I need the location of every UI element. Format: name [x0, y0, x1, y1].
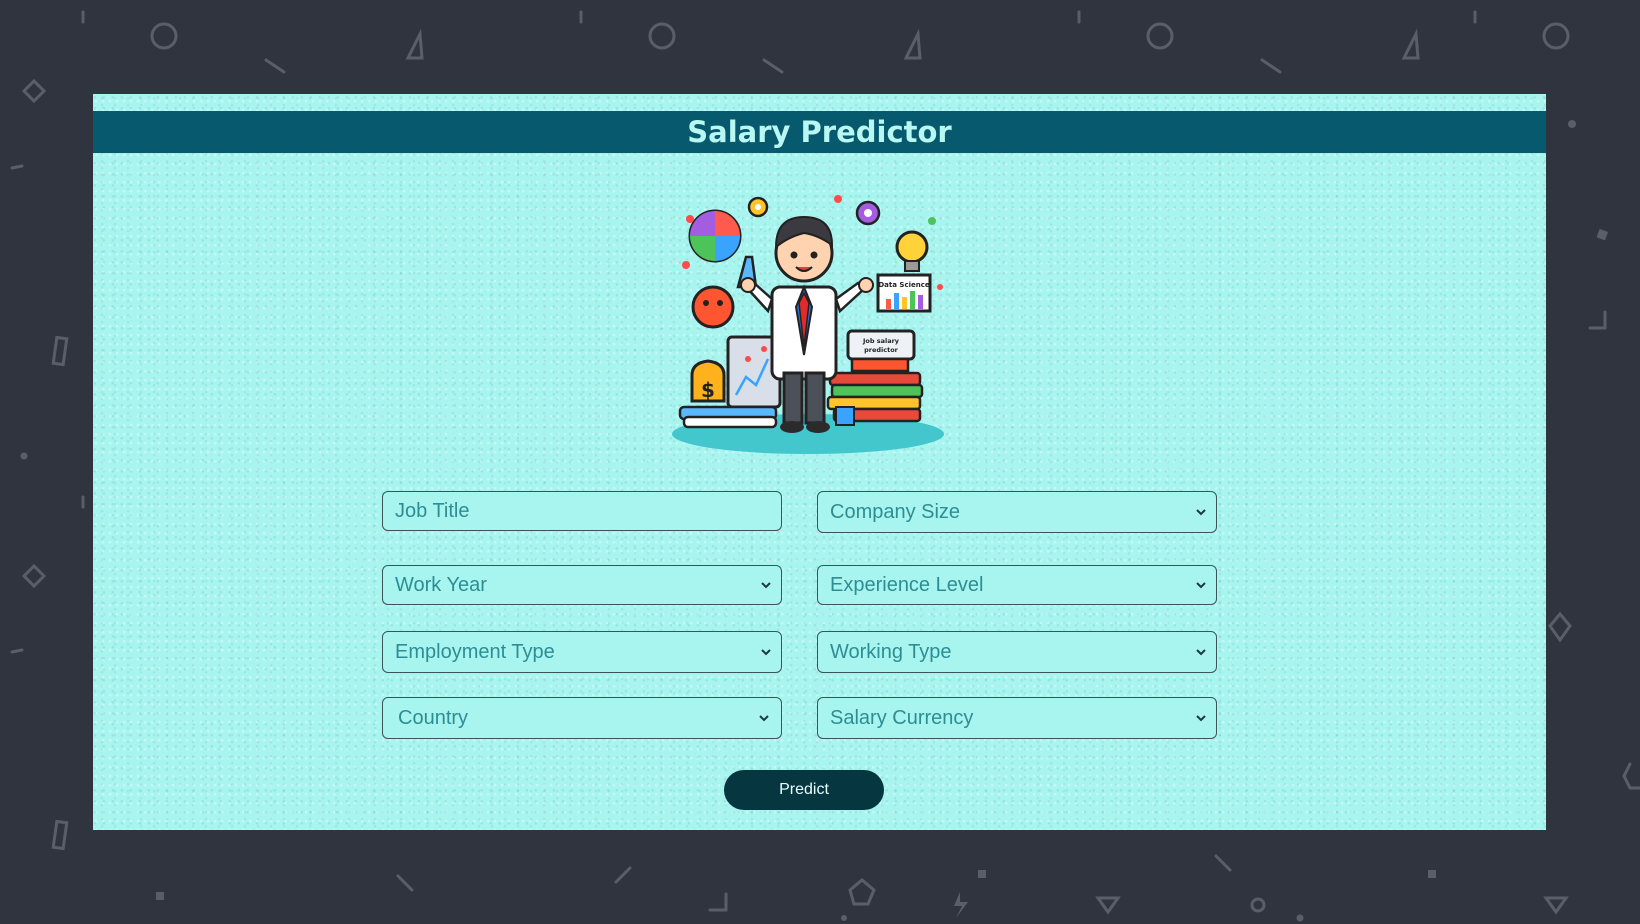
experience-level-value: Experience Level [830, 573, 984, 596]
work-year-select[interactable]: Work Year [382, 565, 782, 605]
chevron-down-icon [1194, 578, 1208, 592]
header-bar: Salary Predictor [93, 111, 1546, 153]
chevron-down-icon [1194, 505, 1208, 519]
main-panel: Salary Predictor Data Science $ Job sala… [93, 94, 1546, 830]
chevron-down-icon [1194, 645, 1208, 659]
sign-text-line1: Job salary [862, 337, 900, 345]
chevron-down-icon [757, 711, 771, 725]
bag-symbol: $ [701, 378, 715, 402]
chevron-down-icon [759, 578, 773, 592]
predict-button[interactable]: Predict [724, 770, 884, 810]
chevron-down-icon [1194, 711, 1208, 725]
country-select[interactable]: Country [382, 697, 782, 739]
employment-type-value: Employment Type [395, 640, 555, 663]
working-type-value: Working Type [830, 640, 952, 663]
sign-text-line2: predictor [864, 346, 899, 354]
job-title-placeholder: Job Title [395, 499, 470, 522]
work-year-value: Work Year [395, 573, 487, 596]
salary-currency-select[interactable]: Salary Currency [817, 697, 1217, 739]
job-title-input[interactable]: Job Title [382, 491, 782, 531]
page-title: Salary Predictor [687, 115, 952, 149]
company-size-select[interactable]: Company Size [817, 491, 1217, 533]
company-size-value: Company Size [830, 500, 961, 523]
country-value: Country [398, 706, 469, 729]
salary-currency-value: Salary Currency [830, 706, 974, 729]
employment-type-select[interactable]: Employment Type [382, 631, 782, 673]
experience-level-select[interactable]: Experience Level [817, 565, 1217, 605]
data-scientist-illustration-icon: Data Science $ Job salary predictor [672, 195, 944, 454]
chevron-down-icon [759, 645, 773, 659]
working-type-select[interactable]: Working Type [817, 631, 1217, 673]
board-text: Data Science [878, 281, 930, 289]
